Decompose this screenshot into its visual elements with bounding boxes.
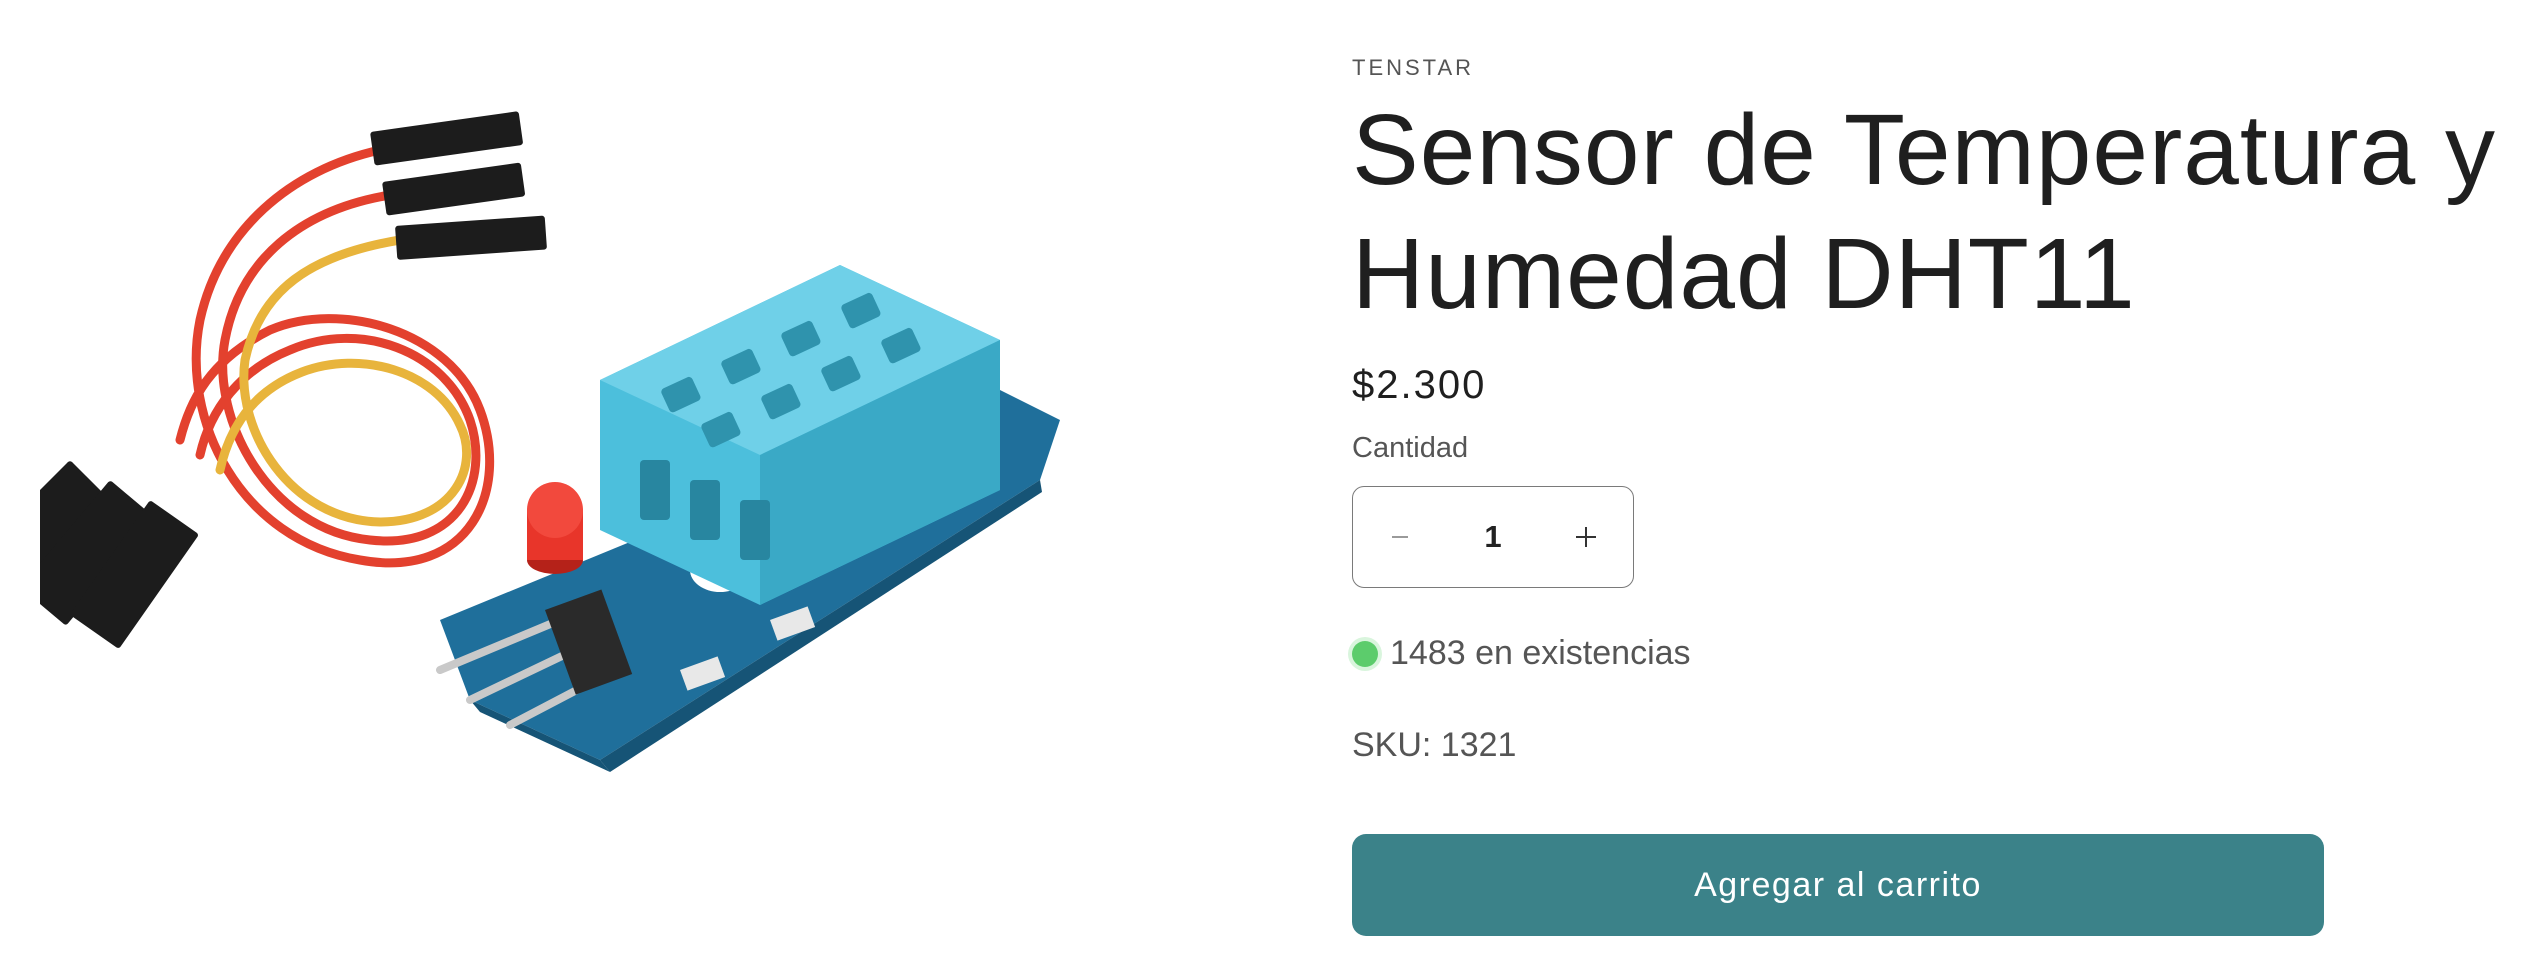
minus-icon	[1392, 536, 1408, 538]
inventory-text: 1483 en existencias	[1390, 634, 1691, 672]
quantity-increase-button[interactable]	[1539, 487, 1633, 587]
product-page: TENSTAR Sensor de Temperatura y Humedad …	[0, 0, 2526, 967]
add-to-cart-button[interactable]: Agregar al carrito	[1352, 834, 2324, 936]
product-sku: SKU: 1321	[1352, 726, 1517, 764]
plus-icon	[1576, 527, 1596, 547]
quantity-input[interactable]: 1	[1453, 519, 1533, 555]
inventory-status: 1483 en existencias	[1352, 634, 1691, 673]
in-stock-dot-icon	[1352, 640, 1378, 667]
quantity-label: Cantidad	[1352, 432, 1469, 464]
quantity-decrease-button[interactable]	[1353, 487, 1447, 587]
quantity-stepper: 1	[1352, 486, 1634, 588]
product-image[interactable]	[40, 60, 1170, 880]
product-price: $2.300	[1352, 363, 1487, 407]
product-title: Sensor de Temperatura y Humedad DHT11	[1352, 94, 2496, 330]
product-vendor: TENSTAR	[1352, 55, 1475, 80]
